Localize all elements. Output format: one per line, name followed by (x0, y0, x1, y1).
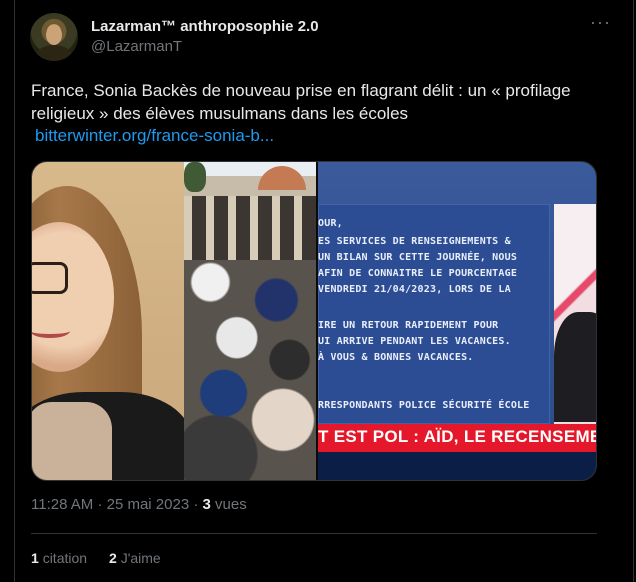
quotes-count: 1 (31, 550, 39, 566)
portrait-photo (32, 162, 184, 480)
doc-line: UN BILAN SUR CETTE JOURNÉE, NOUS (318, 252, 518, 263)
meta-separator: · (97, 496, 107, 513)
author-handle[interactable]: @LazarmanT (91, 38, 182, 55)
tweet-date[interactable]: 25 mai 2023 (107, 496, 190, 513)
likes-label: J'aime (120, 550, 161, 566)
views-label: vues (215, 496, 247, 513)
tweet-metadata: 11:28 AM · 25 mai 2023 · 3 vues (31, 496, 247, 513)
doc-line: UI ARRIVE PENDANT LES VACANCES. (318, 336, 511, 347)
tweet-text: France, Sonia Backès de nouveau prise en… (31, 81, 571, 123)
presenter-silhouette (554, 312, 596, 422)
meta-separator: · (193, 496, 203, 513)
tweet-link[interactable]: bitterwinter.org/france-sonia-b... (35, 126, 274, 146)
media-image[interactable]: OUR, ES SERVICES DE RENSEIGNEMENTS & UN … (31, 161, 597, 481)
views-count: 3 (202, 496, 211, 513)
doc-line: ES SERVICES DE RENSEIGNEMENTS & (318, 236, 511, 247)
news-ticker (318, 452, 596, 480)
author-name[interactable]: Lazarman™ anthroposophie 2.0 (91, 18, 319, 35)
doc-line: À VOUS & BONNES VACANCES. (318, 352, 474, 363)
quotes-stat[interactable]: 1 citation (31, 550, 87, 566)
news-banner: T EST POL : AÏD, LE RECENSEMENT POLI (318, 424, 596, 452)
likes-stat[interactable]: 2 J'aime (109, 550, 161, 566)
tv-screenshot: OUR, ES SERVICES DE RENSEIGNEMENTS & UN … (318, 162, 596, 480)
tweet-time[interactable]: 11:28 AM (31, 496, 93, 513)
avatar-face (46, 25, 62, 45)
avatar-body (36, 45, 72, 61)
more-options-icon[interactable]: ··· (590, 12, 611, 33)
doc-line: IRE UN RETOUR RAPIDEMENT POUR (318, 320, 499, 331)
likes-count: 2 (109, 550, 117, 566)
doc-line: OUR, (318, 218, 343, 229)
doc-line: AFIN DE CONNAITRE LE POURCENTAGE (318, 268, 518, 279)
document-panel: OUR, ES SERVICES DE RENSEIGNEMENTS & UN … (318, 204, 550, 424)
quotes-label: citation (42, 550, 88, 566)
avatar[interactable] (30, 13, 78, 61)
doc-line: RRESPONDANTS POLICE SÉCURITÉ ÉCOLE (318, 400, 530, 411)
tweet-card[interactable]: Lazarman™ anthroposophie 2.0 @LazarmanT … (14, 0, 634, 582)
doc-line: VENDREDI 21/04/2023, LORS DE LA (318, 284, 511, 295)
divider (31, 533, 597, 534)
mosque-prayer-photo (184, 162, 316, 480)
